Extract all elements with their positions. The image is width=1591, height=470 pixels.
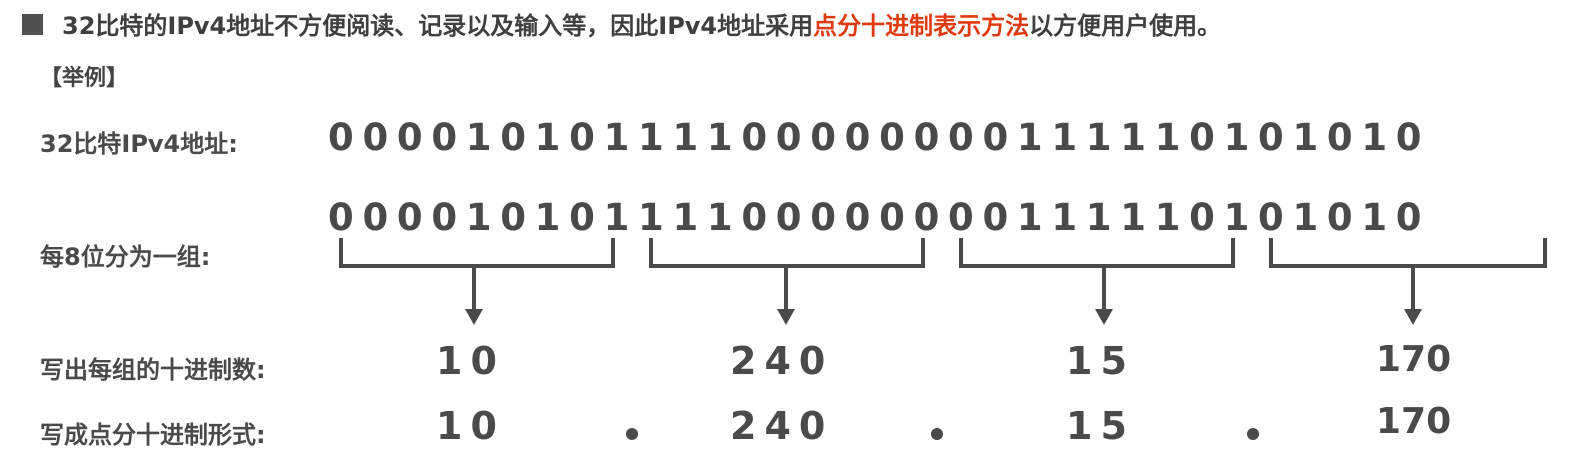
decimal-1: 10 — [436, 339, 505, 383]
dot-separator-3 — [1247, 428, 1259, 440]
bracket-2 — [649, 238, 925, 268]
dotted-4: 170 — [1376, 401, 1452, 442]
dot-separator-2 — [931, 428, 943, 440]
arrow-3-head — [1095, 309, 1113, 325]
arrow-2-head — [777, 309, 795, 325]
dot-separator-1 — [626, 428, 638, 440]
decimal-label: 写出每组的十进制数: — [40, 356, 266, 384]
group-brackets — [339, 238, 1547, 325]
decimal-2: 240 — [730, 339, 834, 383]
decimal-3: 15 — [1066, 339, 1135, 383]
bracket-4 — [1269, 238, 1547, 268]
dotted-1: 10 — [436, 404, 505, 448]
bracket-1 — [339, 238, 615, 268]
arrow-1-head — [465, 309, 483, 325]
dotted-2: 240 — [730, 404, 834, 448]
dotted-3: 15 — [1066, 404, 1135, 448]
dotted-label: 写成点分十进制形式: — [40, 421, 266, 449]
arrow-4-head — [1404, 309, 1422, 325]
bracket-3 — [959, 238, 1235, 268]
decimal-4: 170 — [1376, 339, 1452, 380]
